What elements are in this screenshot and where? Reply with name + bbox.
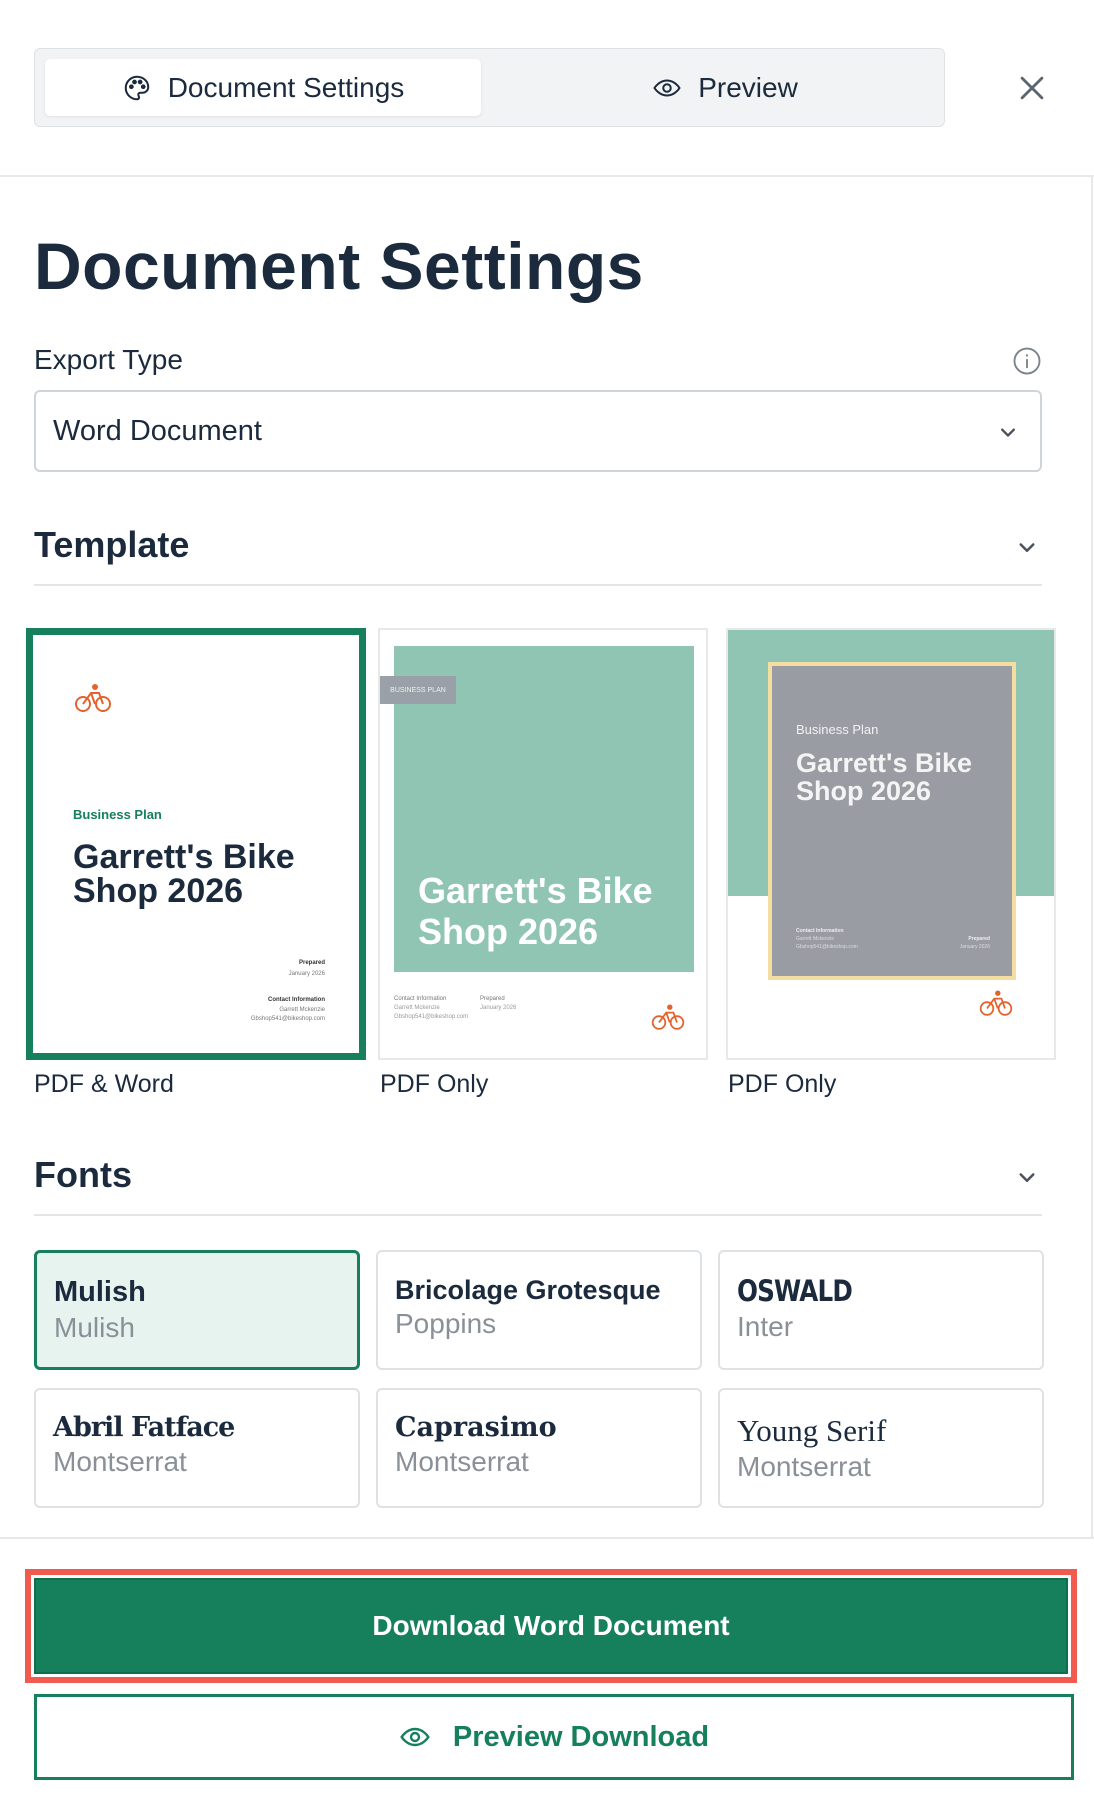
eye-icon bbox=[653, 78, 681, 97]
font-option-3-secondary: Inter bbox=[737, 1310, 794, 1342]
template-card-2[interactable]: BUSINESS PLAN Garrett's Bike Shop 2026 C… bbox=[378, 628, 708, 1060]
template-1-contact-label: Contact Information bbox=[268, 997, 325, 1003]
template-1-prepared-date: January 2026 bbox=[288, 971, 325, 977]
template-section-title: Template bbox=[34, 524, 190, 565]
template-3-contact-name: Garrett Mckenzie bbox=[796, 936, 835, 942]
font-option-6[interactable]: Young Serif Montserrat bbox=[718, 1388, 1044, 1508]
template-1-doc-title: Garrett's Bike Shop 2026 bbox=[73, 838, 295, 910]
fonts-section-title: Fonts bbox=[34, 1154, 132, 1195]
template-2-prepared-label: Prepared bbox=[480, 996, 505, 1002]
template-1-kicker: Business Plan bbox=[73, 807, 162, 822]
template-2-doc-title: Garrett's Bike Shop 2026 bbox=[418, 870, 653, 953]
font-option-1-primary: Mulish bbox=[54, 1276, 146, 1308]
font-option-3[interactable]: OSWALD Inter bbox=[718, 1250, 1044, 1370]
bicycle-icon bbox=[979, 990, 1013, 1016]
info-icon[interactable] bbox=[1012, 346, 1042, 376]
font-option-5-primary: Caprasimo bbox=[395, 1412, 557, 1443]
template-3-contact-label: Contact Information bbox=[796, 928, 844, 934]
template-1-caption: PDF & Word bbox=[34, 1070, 174, 1098]
font-option-2[interactable]: Bricolage Grotesque Poppins bbox=[376, 1250, 702, 1370]
template-3-caption: PDF Only bbox=[728, 1070, 837, 1098]
template-section-divider bbox=[34, 584, 1042, 586]
export-type-value: Word Document bbox=[53, 414, 262, 447]
preview-download-label: Preview Download bbox=[452, 1720, 710, 1753]
template-3-prepared-label: Prepared bbox=[968, 936, 990, 942]
close-icon bbox=[1020, 76, 1044, 100]
template-chevron-down-icon[interactable] bbox=[1012, 532, 1042, 562]
tab-preview-label: Preview bbox=[698, 71, 798, 103]
palette-icon bbox=[124, 75, 149, 100]
template-3-prepared-date: January 2026 bbox=[959, 944, 990, 950]
font-option-3-primary: OSWALD bbox=[737, 1274, 853, 1308]
bicycle-icon bbox=[651, 1004, 685, 1030]
template-2-contact-email: Gbshop541@bikeshop.com bbox=[394, 1014, 469, 1020]
header-divider bbox=[0, 175, 1094, 177]
bicycle-icon bbox=[75, 684, 111, 712]
panel-edge bbox=[1091, 176, 1093, 1538]
close-button[interactable] bbox=[1010, 66, 1054, 110]
font-option-4-primary: Abril Fatface bbox=[53, 1412, 235, 1443]
font-option-5[interactable]: Caprasimo Montserrat bbox=[376, 1388, 702, 1508]
font-option-6-primary: Young Serif bbox=[737, 1413, 887, 1448]
template-1-contact-email: Gbshop541@bikeshop.com bbox=[250, 1016, 325, 1022]
view-tab-bar: Document Settings Preview bbox=[34, 48, 945, 127]
font-option-2-secondary: Poppins bbox=[395, 1308, 497, 1340]
preview-download-button[interactable]: Preview Download bbox=[34, 1694, 1074, 1780]
template-3-doc-title: Garrett's Bike Shop 2026 bbox=[796, 748, 973, 806]
eye-icon bbox=[400, 1727, 430, 1747]
font-option-1[interactable]: Mulish Mulish bbox=[34, 1250, 360, 1370]
tab-document-settings[interactable]: Document Settings bbox=[45, 59, 481, 116]
fonts-section-divider bbox=[34, 1214, 1042, 1216]
template-2-caption: PDF Only bbox=[380, 1070, 489, 1098]
export-type-label: Export Type bbox=[34, 344, 183, 375]
template-1-contact-name: Garrett Mckenzie bbox=[279, 1007, 325, 1013]
footer-divider bbox=[0, 1537, 1094, 1539]
template-3-kicker: Business Plan bbox=[796, 722, 879, 737]
template-2-contact-name: Garrett Mckenzie bbox=[394, 1005, 440, 1011]
font-option-5-secondary: Montserrat bbox=[395, 1446, 529, 1478]
chevron-down-icon bbox=[1001, 428, 1015, 437]
template-2-prepared-date: January 2026 bbox=[480, 1005, 517, 1011]
font-option-6-secondary: Montserrat bbox=[737, 1451, 871, 1483]
template-card-1[interactable]: Business Plan Garrett's Bike Shop 2026 P… bbox=[26, 628, 366, 1060]
template-2-tag: BUSINESS PLAN bbox=[380, 676, 456, 704]
tab-document-settings-label: Document Settings bbox=[167, 71, 405, 103]
template-3-contact-email: Gbshop541@bikeshop.com bbox=[796, 944, 858, 950]
fonts-chevron-down-icon[interactable] bbox=[1012, 1162, 1042, 1192]
template-3-cover-frame: Business Plan Garrett's Bike Shop 2026 C… bbox=[768, 662, 1016, 980]
template-2-contact-label: Contact Information bbox=[394, 996, 447, 1002]
font-option-2-primary: Bricolage Grotesque bbox=[395, 1275, 661, 1305]
font-option-4-secondary: Montserrat bbox=[53, 1446, 187, 1478]
font-option-1-secondary: Mulish bbox=[54, 1311, 135, 1343]
export-type-select[interactable]: Word Document bbox=[34, 390, 1042, 472]
download-word-document-button[interactable]: Download Word Document bbox=[25, 1569, 1077, 1683]
template-1-prepared-label: Prepared bbox=[298, 960, 325, 966]
font-option-4[interactable]: Abril Fatface Montserrat bbox=[34, 1388, 360, 1508]
tab-preview[interactable]: Preview bbox=[515, 59, 935, 116]
template-card-3[interactable]: Business Plan Garrett's Bike Shop 2026 C… bbox=[726, 628, 1056, 1060]
page-title: Document Settings bbox=[34, 229, 644, 303]
